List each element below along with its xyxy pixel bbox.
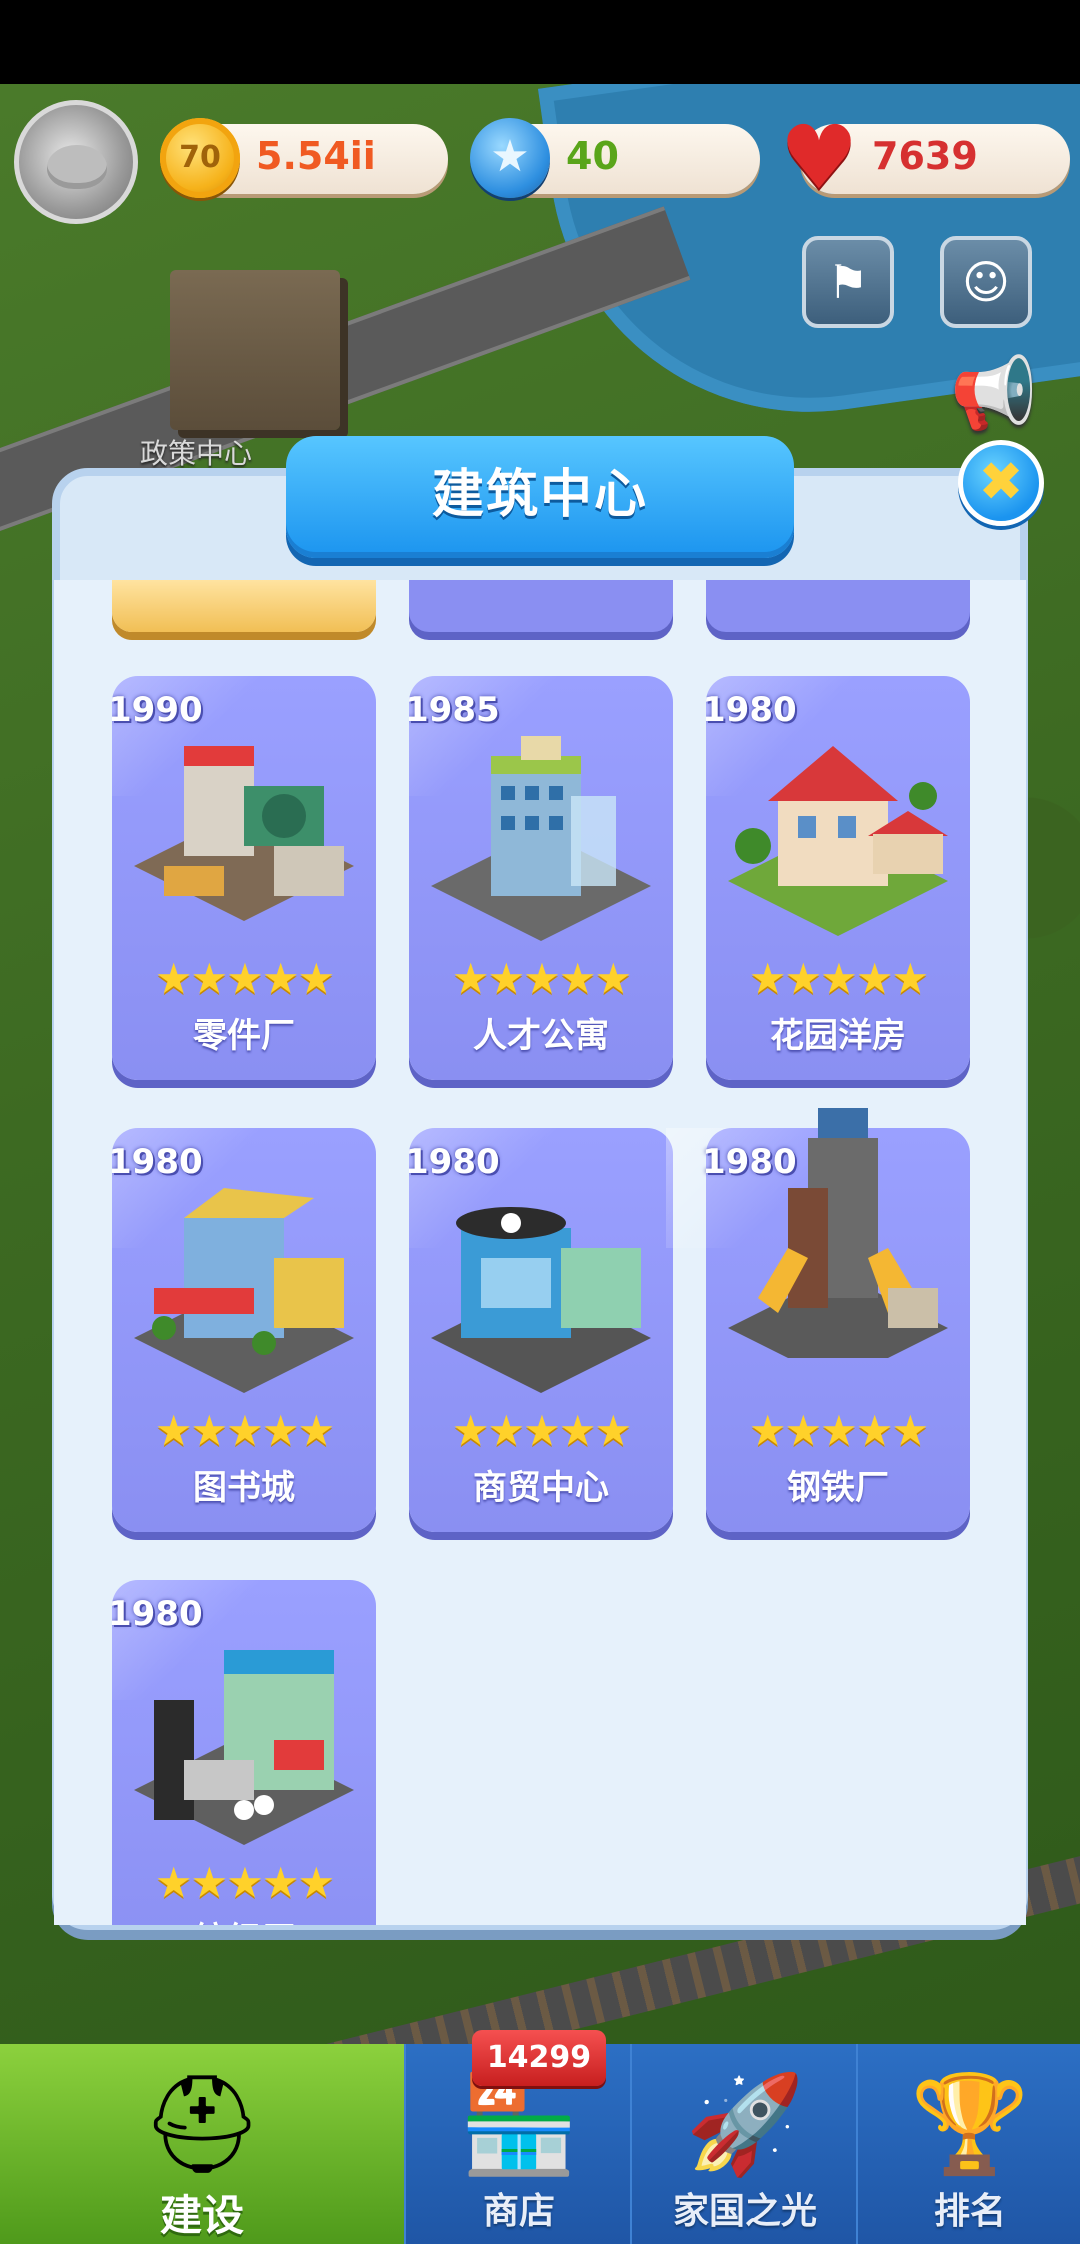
coin-icon: 70 <box>160 118 240 198</box>
shop-count-badge: 14299 <box>472 2030 606 2086</box>
hardhat-icon: ⛑ <box>141 2068 263 2180</box>
nav-label: 建设 <box>159 2191 244 2240</box>
building-name: 人才公寓 <box>473 1016 609 1056</box>
nav-label: 商店 <box>482 2191 555 2232</box>
card-stub[interactable] <box>112 580 376 632</box>
year-label: 1980 <box>112 1594 203 1634</box>
building-name: 花园洋房 <box>770 1016 906 1056</box>
rocket-icon: 🚀 <box>685 2068 805 2180</box>
heart-icon: ♥ <box>779 106 859 209</box>
parts-factory-icon <box>134 746 354 921</box>
blue-star-icon: ★ <box>470 118 550 198</box>
building-list[interactable]: 1990 ★★★★★ 零件厂 1985 ★★★★★ 人才公寓 1980 ★★★★… <box>54 580 1026 1925</box>
heart-value: 7639 <box>872 134 978 178</box>
star-rating: ★★★★★ <box>154 1858 335 1907</box>
building-card[interactable]: 1980 ★★★★★ 图书城 <box>112 1128 376 1532</box>
building-name: 纺织厂 <box>112 1912 376 1925</box>
player-avatar[interactable] <box>14 100 138 224</box>
building-name: 图书城 <box>193 1468 295 1508</box>
card-stub[interactable] <box>706 580 970 632</box>
building-name: 钢铁厂 <box>787 1468 889 1508</box>
building-card[interactable]: 1980 ★★★★★ 商贸中心 <box>409 1128 673 1532</box>
trophy-icon: 🏆 <box>910 2068 1030 2180</box>
event-button-icon[interactable]: ⚑ <box>802 236 894 328</box>
steel-mill-icon <box>728 1108 948 1358</box>
building-name: 商贸中心 <box>473 1468 609 1508</box>
book-city-icon <box>134 1188 354 1393</box>
building-card[interactable]: 1990 ★★★★★ 零件厂 <box>112 676 376 1080</box>
star-rating: ★★★★★ <box>154 954 335 1003</box>
nav-build[interactable]: ⛑ 建设 <box>0 2044 404 2244</box>
policy-center-label: 政策中心 <box>140 437 253 470</box>
nav-ranking[interactable]: 🏆 排名 <box>856 2044 1080 2244</box>
card-stub[interactable] <box>409 580 673 632</box>
year-label: 1980 <box>409 1142 500 1182</box>
star-rating: ★★★★★ <box>451 954 632 1003</box>
speaker-icon[interactable]: 📢 <box>944 348 1044 438</box>
nav-label: 家国之光 <box>672 2191 817 2232</box>
year-label: 1980 <box>112 1142 203 1182</box>
building-card[interactable]: 1985 ★★★★★ 人才公寓 <box>409 676 673 1080</box>
star-rating: ★★★★★ <box>748 1406 929 1455</box>
building-card[interactable]: 1980 ★★★★★ 花园洋房 <box>706 676 970 1080</box>
character-button-icon[interactable]: ☺ <box>940 236 1032 328</box>
star-rating: ★★★★★ <box>154 1406 335 1455</box>
nav-label: 排名 <box>933 2191 1006 2232</box>
star-rating: ★★★★★ <box>451 1406 632 1455</box>
trade-center-icon <box>431 1207 651 1393</box>
coin-value: 5.54ii <box>256 134 376 178</box>
year-label: 1990 <box>112 690 203 730</box>
panel-title: 建筑中心 <box>286 436 794 558</box>
year-label: 1985 <box>409 690 500 730</box>
nav-national-light[interactable]: 🚀 家国之光 <box>630 2044 858 2244</box>
close-icon[interactable]: ✖ <box>958 440 1044 526</box>
garden-house-icon <box>728 746 948 936</box>
textile-mill-icon <box>134 1650 354 1845</box>
building-name: 零件厂 <box>193 1016 295 1056</box>
building-card[interactable]: 1980 ★★★★★ 纺织厂 <box>112 1580 376 1925</box>
policy-center-building[interactable] <box>170 270 340 430</box>
talent-apartment-icon <box>431 736 651 941</box>
year-label: 1980 <box>706 690 797 730</box>
status-bar <box>0 0 1080 84</box>
building-card[interactable]: 1980 ★★★★★ 钢铁厂 <box>666 1108 970 1532</box>
star-rating: ★★★★★ <box>748 954 929 1003</box>
star-value: 40 <box>566 134 619 178</box>
year-label: 1980 <box>702 1142 797 1182</box>
